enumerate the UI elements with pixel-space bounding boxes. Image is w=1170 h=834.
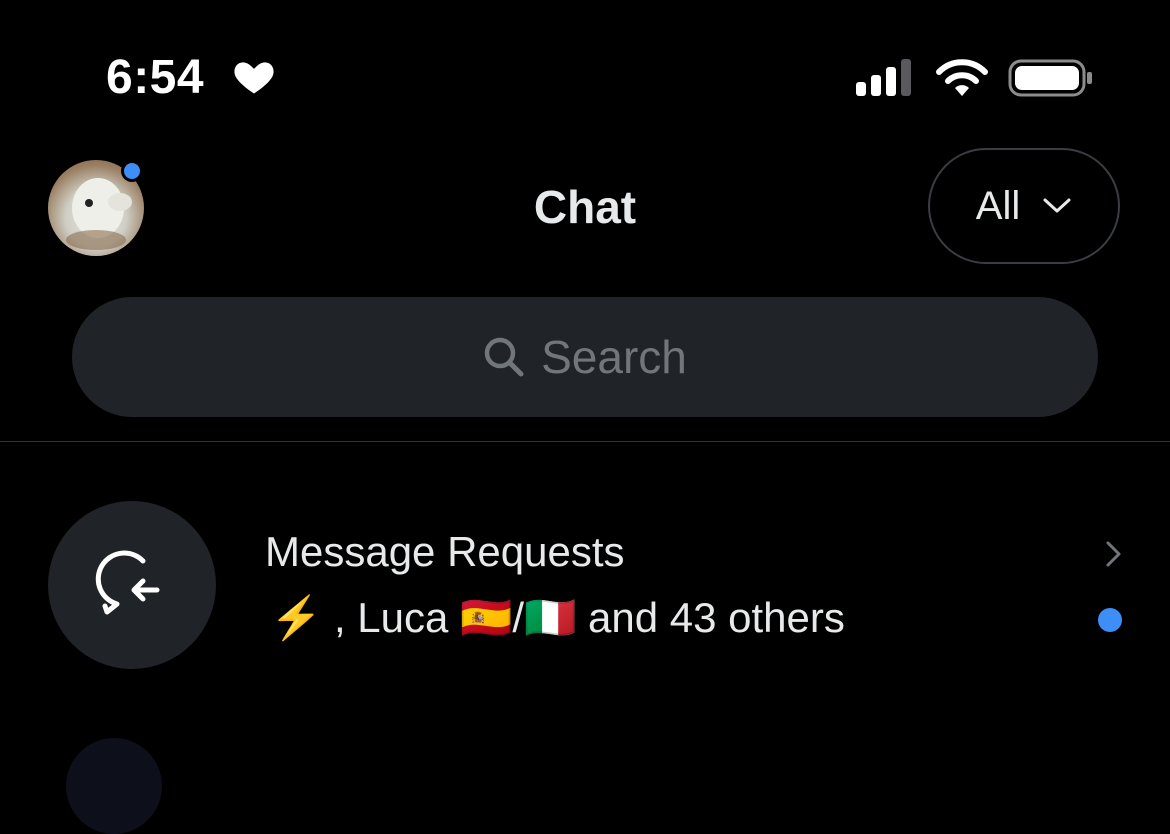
search-icon (484, 337, 524, 377)
battery-icon (1008, 59, 1092, 97)
message-requests-title: Message Requests (265, 528, 625, 575)
filter-label: All (975, 183, 1021, 228)
filter-dropdown-button[interactable]: All (928, 148, 1120, 264)
avatar[interactable] (66, 738, 162, 834)
unread-dot (1098, 608, 1122, 632)
search-placeholder: Search (541, 331, 687, 383)
message-request-icon (95, 550, 160, 615)
heart-icon (234, 62, 274, 94)
search-input[interactable]: Search (72, 297, 1098, 417)
message-requests-subtitle: ⚡️ , Luca 🇪🇸/🇮🇹 and 43 others (270, 594, 845, 641)
notification-dot (121, 160, 143, 182)
message-requests-icon-container (48, 501, 216, 669)
wifi-icon (936, 59, 988, 96)
divider (0, 441, 1170, 442)
status-time: 6:54 (106, 51, 205, 104)
chevron-down-icon (1043, 198, 1071, 213)
chevron-right-icon (1106, 541, 1121, 567)
cellular-signal-icon (856, 59, 911, 96)
status-bar: 6:54 (0, 0, 1170, 130)
